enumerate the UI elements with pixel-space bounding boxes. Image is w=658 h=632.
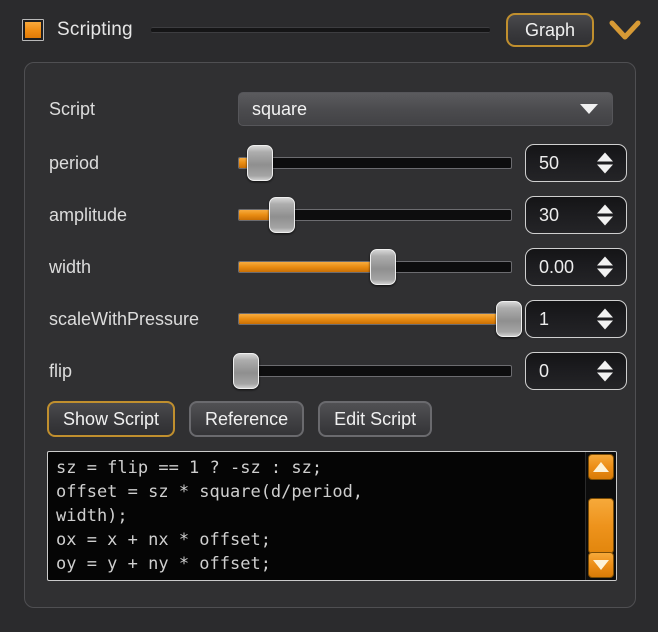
- script-row: Script square: [25, 89, 635, 129]
- spinner-arrows[interactable]: [597, 204, 613, 226]
- page-title: Scripting: [57, 19, 133, 40]
- slider-amplitude[interactable]: [238, 197, 512, 233]
- triangle-down-icon[interactable]: [597, 216, 613, 226]
- triangle-up-icon[interactable]: [597, 152, 613, 162]
- spinner-amplitude[interactable]: 30: [525, 196, 627, 234]
- triangle-up-icon[interactable]: [597, 256, 613, 266]
- slider-row-width: width 0.00: [25, 247, 635, 287]
- spinner-value: 50: [539, 152, 560, 173]
- spinner-flip[interactable]: 0: [525, 352, 627, 390]
- slider-handle[interactable]: [268, 197, 295, 233]
- scrollbar-thumb[interactable]: [588, 498, 614, 554]
- scroll-down-button[interactable]: [588, 552, 614, 578]
- spinner-arrows[interactable]: [597, 360, 613, 382]
- chevron-down-icon[interactable]: [608, 15, 642, 45]
- slider-row-period: period 50: [25, 143, 635, 183]
- slider-handle[interactable]: [246, 145, 273, 181]
- spinner-value: 30: [539, 204, 560, 225]
- triangle-down-icon[interactable]: [597, 320, 613, 330]
- slider-fill: [239, 262, 378, 272]
- slider-fill: [239, 210, 272, 220]
- script-label: Script: [49, 98, 96, 119]
- slider-track[interactable]: [238, 313, 512, 325]
- triangle-down-icon[interactable]: [597, 164, 613, 174]
- slider-label-flip: flip: [49, 360, 73, 381]
- header-divider: [150, 27, 490, 33]
- slider-handle[interactable]: [496, 301, 523, 337]
- triangle-up-icon[interactable]: [597, 204, 613, 214]
- scripting-panel: Script square period 50 amplitude 30 wid…: [24, 62, 636, 608]
- triangle-down-icon[interactable]: [597, 268, 613, 278]
- slider-row-scalewithpressure: scaleWithPressure 1: [25, 299, 635, 339]
- spinner-arrows[interactable]: [597, 256, 613, 278]
- show-script-button[interactable]: Show Script: [47, 401, 176, 437]
- triangle-down-icon[interactable]: [597, 372, 613, 382]
- slider-scalewithpressure[interactable]: [238, 301, 523, 337]
- spinner-width[interactable]: 0.00: [525, 248, 627, 286]
- scripting-enable-checkbox[interactable]: [22, 19, 44, 41]
- slider-width[interactable]: [238, 249, 512, 285]
- slider-row-flip: flip 0: [25, 351, 635, 391]
- slider-label-width: width: [49, 256, 92, 277]
- checkbox-fill: [25, 22, 41, 38]
- spinner-value: 0: [539, 360, 550, 381]
- slider-label-amplitude: amplitude: [49, 204, 128, 225]
- slider-fill: [239, 314, 511, 324]
- spinner-period[interactable]: 50: [525, 144, 627, 182]
- slider-label-period: period: [49, 152, 100, 173]
- slider-track[interactable]: [238, 365, 512, 377]
- triangle-up-icon: [593, 462, 609, 472]
- triangle-up-icon[interactable]: [597, 308, 613, 318]
- script-code-text: sz = flip == 1 ? -sz : sz; offset = sz *…: [56, 458, 364, 574]
- spinner-scalewithpressure[interactable]: 1: [525, 300, 627, 338]
- spinner-arrows[interactable]: [597, 152, 613, 174]
- triangle-up-icon[interactable]: [597, 360, 613, 370]
- slider-handle[interactable]: [370, 249, 397, 285]
- slider-row-amplitude: amplitude 30: [25, 195, 635, 235]
- script-dropdown[interactable]: square: [238, 92, 613, 126]
- triangle-down-icon: [593, 560, 609, 570]
- script-dropdown-value: square: [252, 98, 308, 119]
- triangle-down-icon: [580, 104, 598, 114]
- slider-handle[interactable]: [233, 353, 260, 389]
- slider-label-scalewithpressure: scaleWithPressure: [49, 308, 200, 329]
- scroll-up-button[interactable]: [588, 454, 614, 480]
- spinner-value: 0.00: [539, 256, 575, 277]
- code-scrollbar[interactable]: [585, 452, 616, 580]
- spinner-arrows[interactable]: [597, 308, 613, 330]
- slider-track[interactable]: [238, 157, 512, 169]
- spinner-value: 1: [539, 308, 550, 329]
- script-action-buttons: Show Script Reference Edit Script: [47, 401, 446, 437]
- slider-period[interactable]: [238, 145, 512, 181]
- edit-script-button[interactable]: Edit Script: [318, 401, 433, 437]
- scripting-header: Scripting Graph: [0, 0, 658, 60]
- script-code-area[interactable]: sz = flip == 1 ? -sz : sz; offset = sz *…: [47, 451, 617, 581]
- graph-button[interactable]: Graph: [505, 13, 594, 47]
- reference-button[interactable]: Reference: [189, 401, 305, 437]
- slider-flip[interactable]: [233, 353, 512, 389]
